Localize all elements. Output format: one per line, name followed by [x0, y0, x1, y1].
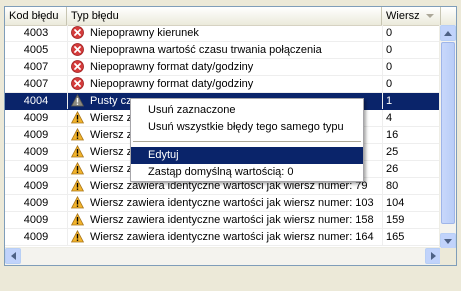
error-code-cell: 4009: [5, 178, 68, 194]
menu-item-remove-selected[interactable]: Usuń zaznaczone: [131, 102, 363, 119]
menu-separator: [133, 141, 361, 142]
row-number-cell: 165: [382, 229, 441, 245]
context-menu: Usuń zaznaczone Usuń wszystkie błędy tego…: [130, 98, 364, 182]
error-code-cell: 4007: [5, 76, 68, 92]
error-code-cell: 4009: [5, 110, 68, 126]
error-type-text: Niepoprawny kierunek: [90, 27, 199, 39]
table-row[interactable]: 4003 Niepoprawny kierunek 0: [5, 25, 441, 42]
row-number-cell: 159: [382, 212, 441, 228]
row-number-cell: 0: [382, 76, 441, 92]
error-code-cell: 4009: [5, 161, 68, 177]
error-type-text: Wiersz zawiera identyczne wartości jak w…: [90, 197, 374, 209]
error-type-text: Niepoprawny format daty/godziny: [90, 78, 254, 90]
scroll-down-button[interactable]: [440, 233, 456, 249]
warning-icon: [71, 196, 84, 209]
row-number-cell: 0: [382, 42, 441, 58]
error-code-cell: 4005: [5, 42, 68, 58]
row-number-cell: 0: [382, 25, 441, 41]
error-code-cell: 4004: [5, 93, 68, 109]
scroll-right-button[interactable]: [425, 248, 441, 264]
table-row[interactable]: 4007 Niepoprawny format daty/godziny 0: [5, 59, 441, 76]
chevron-right-icon: [430, 252, 436, 260]
warning-icon: [71, 213, 84, 226]
error-code-cell: 4003: [5, 25, 68, 41]
error-code-cell: 4009: [5, 195, 68, 211]
table-row[interactable]: 4009 Wiersz zawiera identyczne wartości j…: [5, 195, 441, 212]
warning-icon: [71, 179, 84, 192]
error-code-cell: 4009: [5, 144, 68, 160]
column-header-row[interactable]: Wiersz: [382, 7, 441, 25]
error-type-text: Wiersz z: [90, 112, 133, 124]
row-number-cell: 80: [382, 178, 441, 194]
row-number-cell: 0: [382, 59, 441, 75]
error-type-cell: Wiersz zawiera identyczne wartości jak w…: [67, 229, 382, 245]
error-code-cell: 4009: [5, 127, 68, 143]
error-icon: [71, 43, 84, 56]
error-type-text: Wiersz z: [90, 146, 133, 158]
table-row[interactable]: 4007 Niepoprawny format daty/godziny 0: [5, 76, 441, 93]
row-number-cell: 4: [382, 110, 441, 126]
error-type-text: Niepoprawny format daty/godziny: [90, 61, 254, 73]
sort-arrow-icon: [426, 14, 434, 18]
warning-icon: [71, 111, 84, 124]
error-type-text: Wiersz z: [90, 163, 133, 175]
table-row[interactable]: 4005 Niepoprawna wartość czasu trwania po…: [5, 42, 441, 59]
scroll-corner: [440, 248, 456, 265]
error-code-cell: 4009: [5, 229, 68, 245]
error-type-text: Niepoprawna wartość czasu trwania połącz…: [90, 44, 322, 56]
row-number-cell: 16: [382, 127, 441, 143]
warning-gray-icon: [71, 94, 84, 107]
column-header-code[interactable]: Kod błędu: [5, 7, 67, 25]
chevron-up-icon: [444, 30, 452, 36]
header-filler: [441, 7, 456, 25]
error-icon: [71, 60, 84, 73]
error-icon: [71, 26, 84, 39]
horizontal-scrollbar[interactable]: [5, 247, 441, 265]
table-row[interactable]: 4009 Wiersz zawiera identyczne wartości j…: [5, 229, 441, 246]
error-icon: [71, 77, 84, 90]
warning-icon: [71, 128, 84, 141]
error-code-cell: 4009: [5, 212, 68, 228]
table-row[interactable]: 4009 Wiersz zawiera identyczne wartości j…: [5, 212, 441, 229]
scroll-left-button[interactable]: [5, 248, 21, 264]
error-type-text: Wiersz zawiera identyczne wartości jak w…: [90, 214, 374, 226]
menu-item-edit[interactable]: Edytuj: [131, 147, 363, 164]
column-header-type[interactable]: Typ błędu: [67, 7, 382, 25]
vertical-scrollbar[interactable]: [439, 25, 456, 249]
error-type-cell: Niepoprawny format daty/godziny: [67, 76, 382, 92]
chevron-down-icon: [444, 238, 452, 244]
error-type-cell: Niepoprawny kierunek: [67, 25, 382, 41]
scroll-up-button[interactable]: [440, 25, 456, 41]
warning-icon: [71, 162, 84, 175]
error-type-cell: Niepoprawny format daty/godziny: [67, 59, 382, 75]
menu-item-replace-default[interactable]: Zastąp domyślną wartością: 0: [131, 164, 363, 181]
column-header-row-label: Wiersz: [386, 10, 420, 22]
menu-item-remove-all-same-type[interactable]: Usuń wszystkie błędy tego samego typu: [131, 119, 363, 136]
row-number-cell: 25: [382, 144, 441, 160]
error-type-cell: Niepoprawna wartość czasu trwania połącz…: [67, 42, 382, 58]
row-number-cell: 1: [382, 93, 441, 109]
error-code-cell: 4007: [5, 59, 68, 75]
row-number-cell: 26: [382, 161, 441, 177]
error-type-cell: Wiersz zawiera identyczne wartości jak w…: [67, 195, 382, 211]
list-header: Kod błędu Typ błędu Wiersz: [5, 7, 456, 26]
error-type-text: Wiersz zawiera identyczne wartości jak w…: [90, 231, 374, 243]
error-type-text: Pusty cz: [90, 95, 132, 107]
row-number-cell: 104: [382, 195, 441, 211]
warning-icon: [71, 230, 84, 243]
error-type-cell: Wiersz zawiera identyczne wartości jak w…: [67, 212, 382, 228]
error-type-text: Wiersz z: [90, 129, 133, 141]
chevron-left-icon: [10, 252, 16, 260]
warning-icon: [71, 145, 84, 158]
scroll-thumb[interactable]: [441, 42, 455, 224]
